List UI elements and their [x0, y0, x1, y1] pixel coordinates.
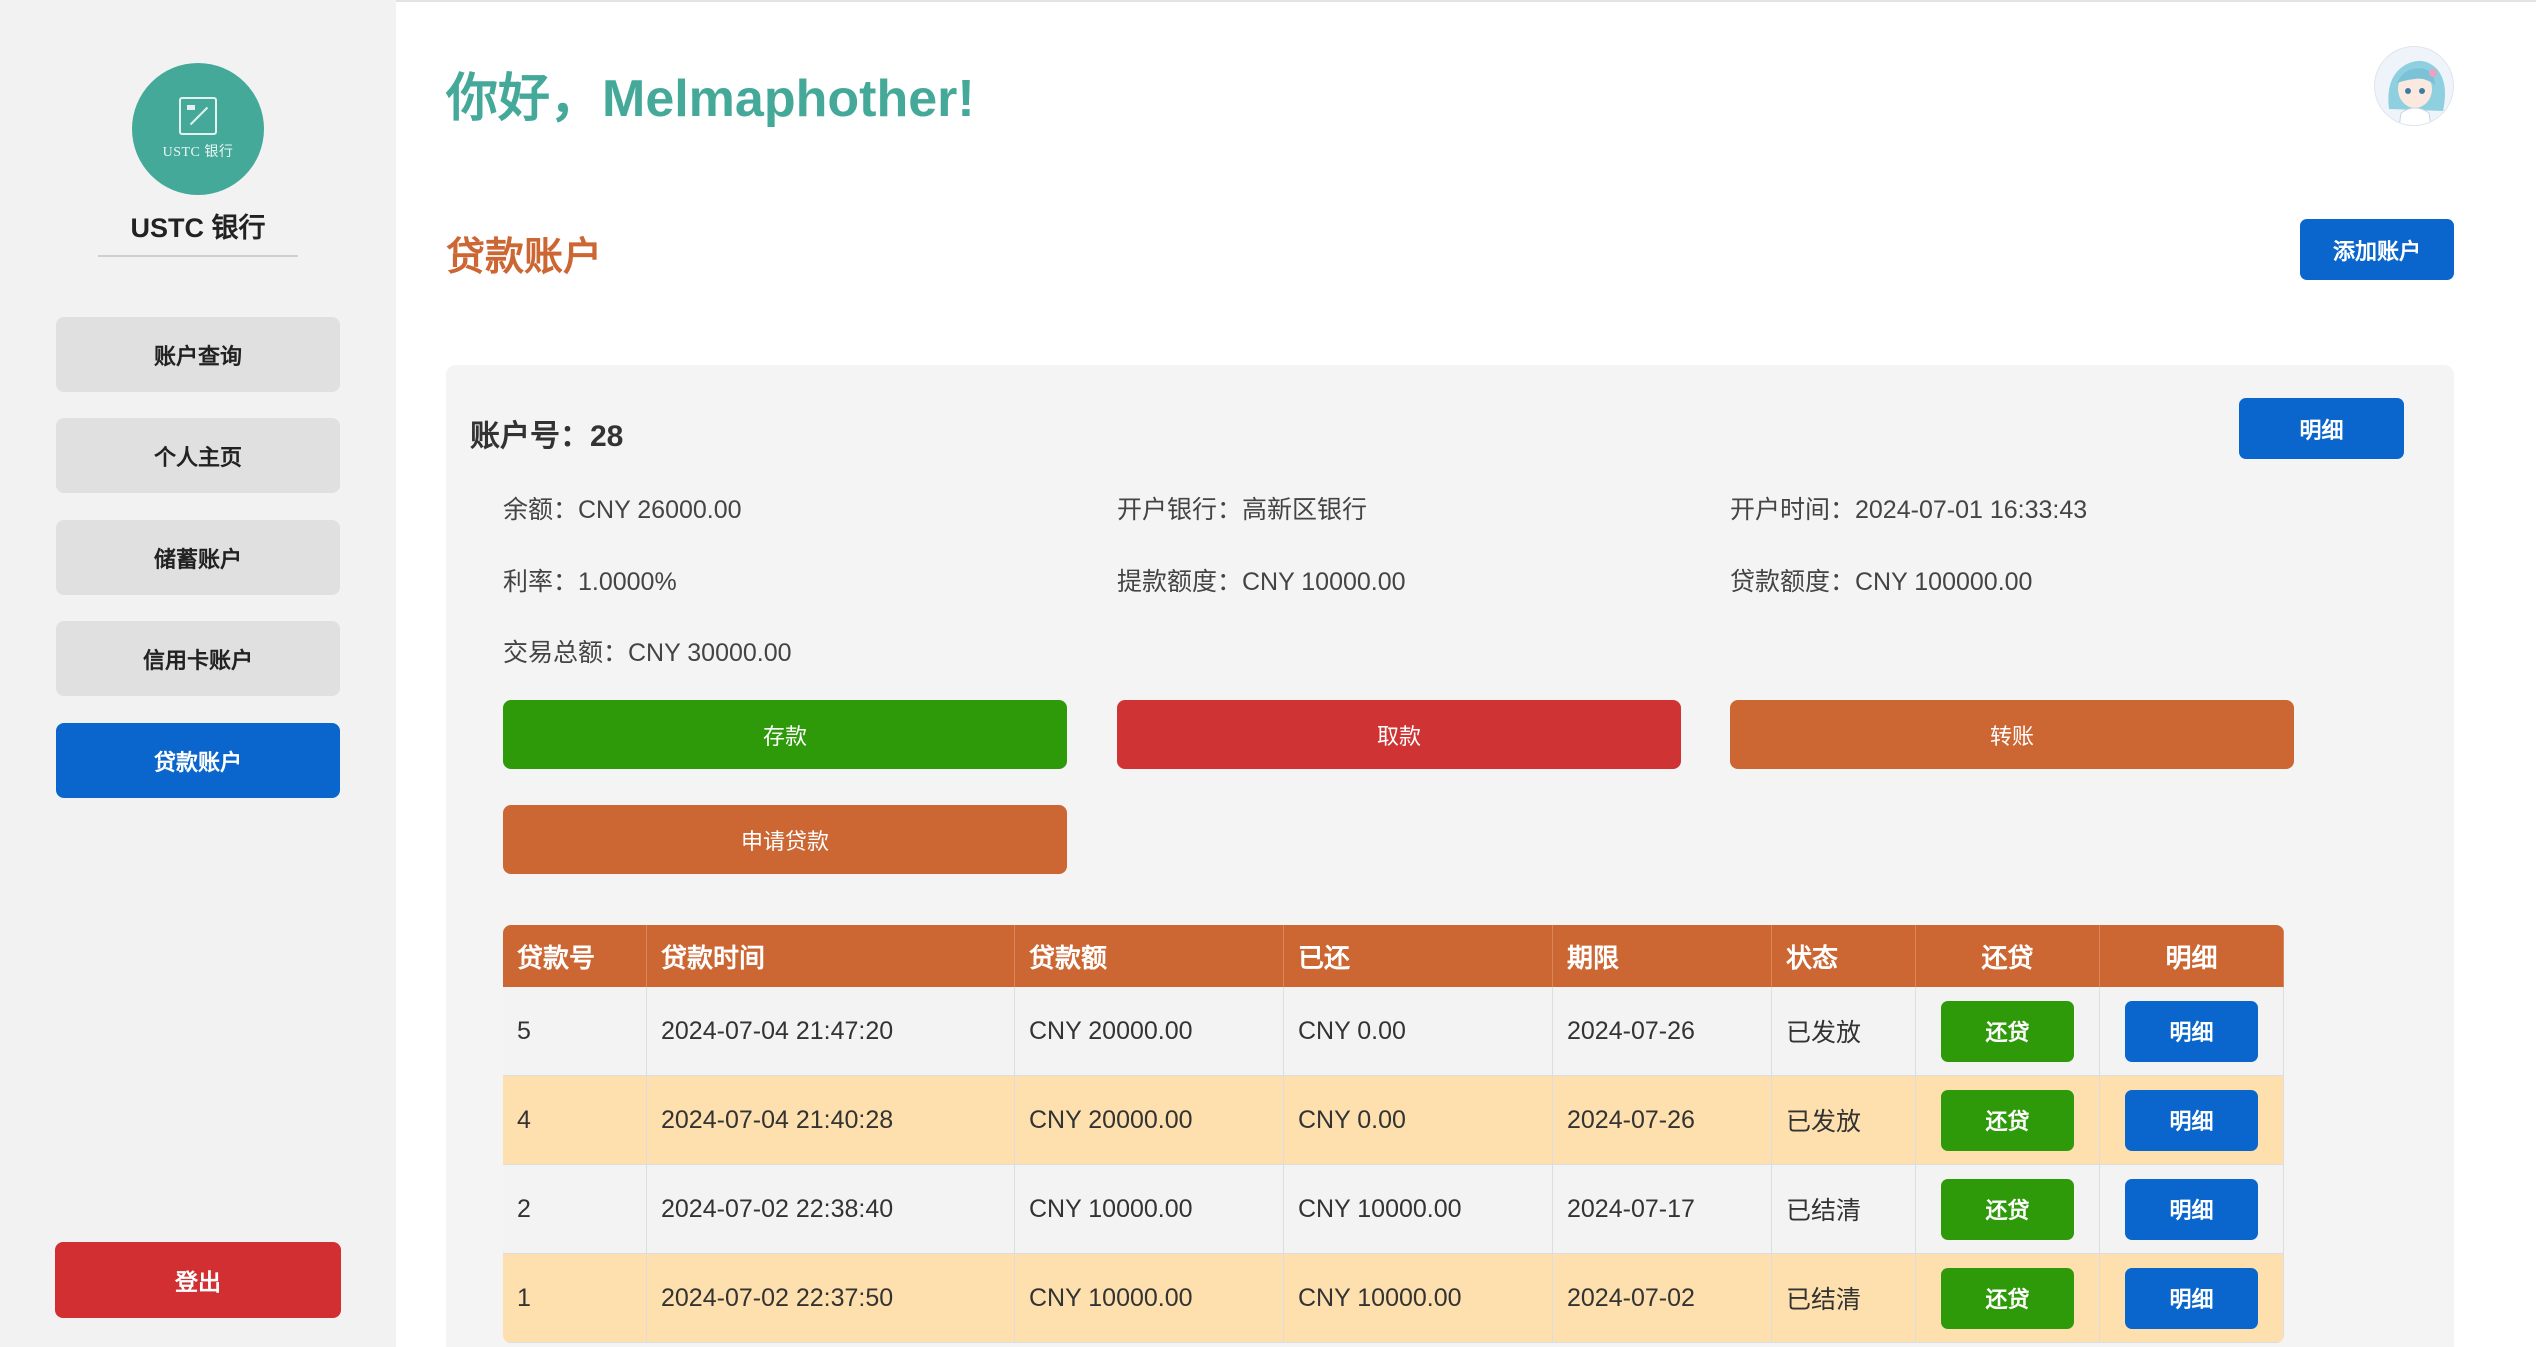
account-open-time: 开户时间：2024-07-01 16:33:43 — [1730, 496, 2088, 524]
withdraw-button[interactable]: 取款 — [1117, 700, 1681, 769]
avatar-icon — [2375, 47, 2453, 125]
cell-repay: 还贷 — [1916, 1254, 2100, 1343]
bank-logo: USTC 银行 — [132, 63, 264, 195]
account-withdraw-limit: 提款额度：CNY 10000.00 — [1117, 568, 1406, 596]
account-bank: 开户银行：高新区银行 — [1117, 496, 1368, 524]
column-header-status: 状态 — [1772, 925, 1916, 987]
repay-button[interactable]: 还贷 — [1941, 1267, 2074, 1329]
account-total-transactions: 交易总额：CNY 30000.00 — [503, 639, 792, 667]
table-row: 4 2024-07-04 21:40:28 CNY 20000.00 CNY 0… — [503, 1076, 2284, 1165]
cell-repaid: CNY 10000.00 — [1284, 1254, 1553, 1343]
avatar[interactable] — [2374, 46, 2454, 126]
repay-button[interactable]: 还贷 — [1941, 1178, 2074, 1240]
cell-repay: 还贷 — [1916, 1165, 2100, 1254]
column-header-repay: 还贷 — [1916, 925, 2100, 987]
account-interest-rate: 利率：1.0000% — [503, 568, 677, 596]
cell-amount: CNY 10000.00 — [1015, 1254, 1284, 1343]
deposit-button[interactable]: 存款 — [503, 700, 1067, 769]
cell-loan-id: 5 — [503, 987, 647, 1076]
cell-repay: 还贷 — [1916, 1076, 2100, 1165]
cell-status: 已发放 — [1772, 1076, 1916, 1165]
loan-detail-button[interactable]: 明细 — [2125, 1267, 2258, 1329]
column-header-amount: 贷款额 — [1015, 925, 1284, 987]
repay-button[interactable]: 还贷 — [1941, 1089, 2074, 1151]
loan-detail-button[interactable]: 明细 — [2125, 1000, 2258, 1062]
bank-name: USTC 银行 — [130, 213, 266, 243]
add-account-button[interactable]: 添加账户 — [2300, 219, 2454, 280]
column-header-loan-id: 贷款号 — [503, 925, 647, 987]
column-header-loan-time: 贷款时间 — [647, 925, 1015, 987]
cell-detail: 明细 — [2100, 1165, 2284, 1254]
cell-loan-time: 2024-07-02 22:37:50 — [647, 1254, 1015, 1343]
loan-detail-button[interactable]: 明细 — [2125, 1089, 2258, 1151]
column-header-detail: 明细 — [2100, 925, 2284, 987]
column-header-repaid: 已还 — [1284, 925, 1553, 987]
cell-repaid: CNY 0.00 — [1284, 987, 1553, 1076]
cell-loan-time: 2024-07-04 21:47:20 — [647, 987, 1015, 1076]
cell-detail: 明细 — [2100, 1076, 2284, 1165]
repay-button[interactable]: 还贷 — [1941, 1000, 2074, 1062]
account-balance: 余额：CNY 26000.00 — [503, 496, 742, 524]
logout-button[interactable]: 登出 — [55, 1242, 341, 1318]
cell-term: 2024-07-26 — [1553, 987, 1772, 1076]
table-header-row: 贷款号 贷款时间 贷款额 已还 期限 状态 还贷 明细 — [503, 925, 2284, 987]
bank-logo-text: USTC 银行 — [162, 145, 234, 160]
loan-detail-button[interactable]: 明细 — [2125, 1178, 2258, 1240]
cell-repay: 还贷 — [1916, 987, 2100, 1076]
cell-detail: 明细 — [2100, 987, 2284, 1076]
sidebar-divider — [98, 255, 298, 257]
table-row: 2 2024-07-02 22:38:40 CNY 10000.00 CNY 1… — [503, 1165, 2284, 1254]
sidebar-item-savings[interactable]: 储蓄账户 — [56, 520, 340, 595]
transfer-button[interactable]: 转账 — [1730, 700, 2294, 769]
cell-loan-time: 2024-07-02 22:38:40 — [647, 1165, 1015, 1254]
table-row: 5 2024-07-04 21:47:20 CNY 20000.00 CNY 0… — [503, 987, 2284, 1076]
cell-status: 已发放 — [1772, 987, 1916, 1076]
sidebar-item-account-query[interactable]: 账户查询 — [56, 317, 340, 392]
cell-repaid: CNY 10000.00 — [1284, 1165, 1553, 1254]
cell-term: 2024-07-26 — [1553, 1076, 1772, 1165]
cell-detail: 明细 — [2100, 1254, 2284, 1343]
bank-logo-icon — [179, 97, 217, 135]
account-loan-limit: 贷款额度：CNY 100000.00 — [1730, 568, 2033, 596]
cell-loan-id: 4 — [503, 1076, 647, 1165]
table-row: 1 2024-07-02 22:37:50 CNY 10000.00 CNY 1… — [503, 1254, 2284, 1343]
section-title: 贷款账户 — [446, 236, 603, 279]
account-number: 账户号：28 — [470, 420, 624, 453]
cell-amount: CNY 20000.00 — [1015, 987, 1284, 1076]
sidebar-item-credit-card[interactable]: 信用卡账户 — [56, 621, 340, 696]
cell-term: 2024-07-17 — [1553, 1165, 1772, 1254]
cell-loan-time: 2024-07-04 21:40:28 — [647, 1076, 1015, 1165]
cell-amount: CNY 20000.00 — [1015, 1076, 1284, 1165]
cell-status: 已结清 — [1772, 1254, 1916, 1343]
sidebar-item-loan[interactable]: 贷款账户 — [56, 723, 340, 798]
cell-term: 2024-07-02 — [1553, 1254, 1772, 1343]
column-header-term: 期限 — [1553, 925, 1772, 987]
cell-amount: CNY 10000.00 — [1015, 1165, 1284, 1254]
sidebar: USTC 银行 USTC 银行 账户查询 个人主页 储蓄账户 信用卡账户 贷款账… — [0, 0, 396, 1347]
account-detail-button[interactable]: 明细 — [2239, 398, 2404, 459]
loan-table: 贷款号 贷款时间 贷款额 已还 期限 状态 还贷 明细 5 2024-07-04… — [503, 925, 2284, 1343]
sidebar-item-profile[interactable]: 个人主页 — [56, 418, 340, 493]
greeting-title: 你好，Melmaphother! — [446, 70, 975, 128]
cell-repaid: CNY 0.00 — [1284, 1076, 1553, 1165]
cell-status: 已结清 — [1772, 1165, 1916, 1254]
cell-loan-id: 2 — [503, 1165, 647, 1254]
apply-loan-button[interactable]: 申请贷款 — [503, 805, 1067, 874]
cell-loan-id: 1 — [503, 1254, 647, 1343]
